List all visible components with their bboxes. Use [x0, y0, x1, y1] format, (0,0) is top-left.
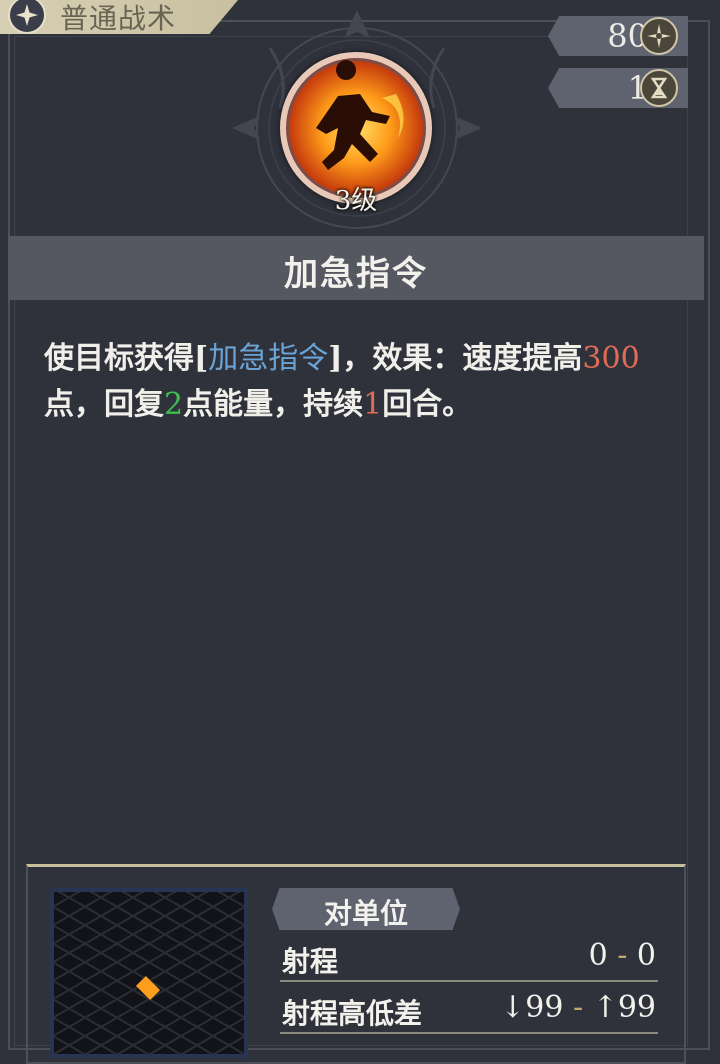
- skill-level: 3级: [334, 186, 378, 216]
- compass-star-icon: [8, 0, 46, 34]
- desc-text: ]，效果：速度提高: [328, 341, 583, 376]
- range-max: 0: [636, 938, 656, 973]
- range-min: 0: [588, 938, 608, 973]
- desc-duration-value: 1: [363, 387, 383, 422]
- desc-keyword: 加急指令: [208, 341, 329, 376]
- desc-speed-value: 300: [582, 341, 640, 376]
- height-diff-value: ↓99 - ↑99: [500, 990, 656, 1025]
- desc-energy-value: 2: [164, 387, 184, 422]
- range-separator: -: [617, 938, 628, 973]
- range-value: 0 - 0: [589, 938, 656, 973]
- star-burst-icon: [640, 17, 678, 55]
- height-separator: -: [573, 990, 584, 1025]
- desc-text: 使目标获得[: [44, 341, 209, 376]
- target-type-label: 对单位: [323, 897, 408, 930]
- hourglass-icon: [640, 69, 678, 107]
- range-map: [50, 888, 248, 1058]
- desc-text: 回合。: [382, 387, 473, 422]
- category-label: 普通战术: [60, 2, 177, 35]
- range-label: 射程: [282, 945, 339, 978]
- height-diff-label: 射程高低差: [282, 997, 423, 1030]
- running-figure-flame-icon: [316, 60, 404, 170]
- skill-name: 加急指令: [284, 254, 428, 294]
- skill-name-bar: 加急指令: [8, 236, 704, 300]
- height-up: ↑99: [592, 990, 656, 1025]
- height-down: ↓99: [500, 990, 564, 1025]
- row-divider: [280, 1032, 658, 1034]
- desc-text: 点能量，持续: [183, 387, 364, 422]
- skill-description: 使目标获得[加急指令]，效果：速度提高300 点，回复2点能量，持续1回合。: [44, 336, 684, 428]
- desc-text: 点，回复: [44, 387, 164, 422]
- row-divider: [280, 980, 658, 982]
